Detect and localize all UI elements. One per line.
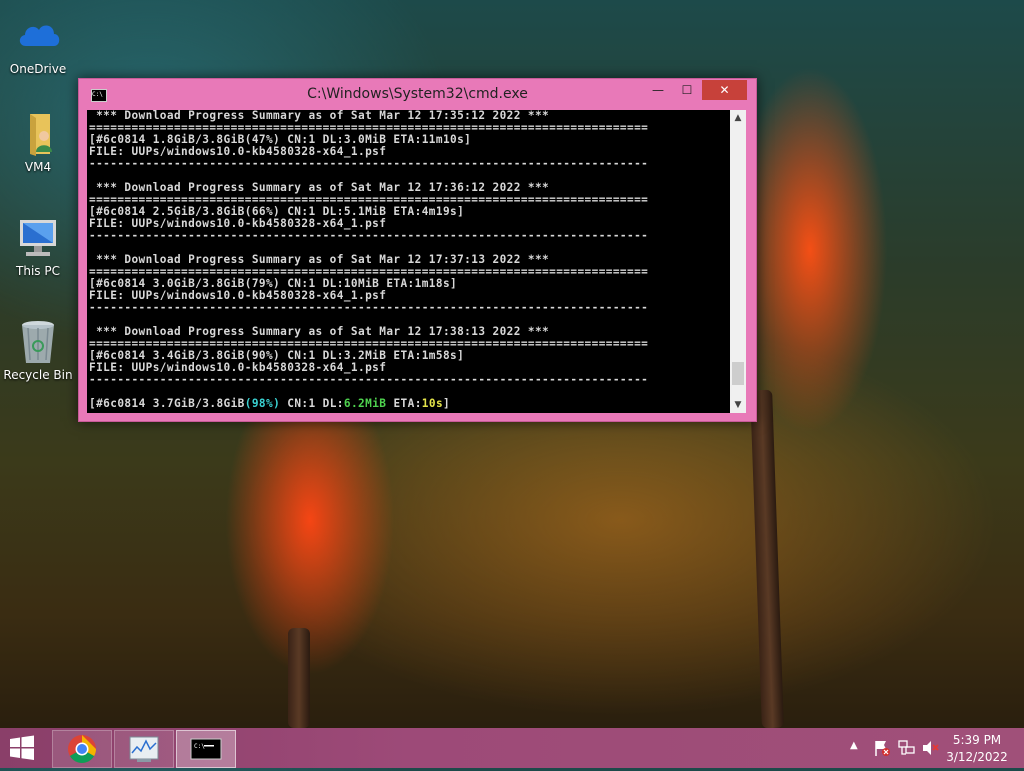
taskbar-chrome[interactable] (52, 730, 112, 768)
desktop-icon-label: VM4 (24, 160, 52, 174)
console-status-line: [#6c0814 3.7GiB/3.8GiB(98%) CN:1 DL:6.2M… (87, 398, 730, 410)
console-line: ----------------------------------------… (89, 301, 649, 314)
performance-monitor-icon (129, 736, 159, 762)
status-percent: (98%) (244, 397, 281, 410)
svg-text:C:\: C:\ (194, 743, 205, 750)
user-folder-icon (14, 110, 62, 158)
minimize-button[interactable]: — (644, 80, 672, 100)
start-button[interactable] (8, 734, 40, 764)
clock-date[interactable]: 3/12/2022 (942, 750, 1012, 764)
desktop-icon-this-pc[interactable]: This PC (0, 214, 76, 278)
status-connections: CN:1 DL: (280, 397, 344, 410)
show-hidden-icons-chevron-icon[interactable]: ▲ (850, 740, 864, 754)
maximize-button[interactable]: ☐ (673, 80, 701, 100)
console-line: ----------------------------------------… (89, 157, 649, 170)
desktop-icon-label: Recycle Bin (3, 368, 73, 382)
network-icon[interactable] (897, 739, 917, 757)
taskbar: C:\ ▲ 5:39 PM 3/12/2022 (0, 728, 1024, 768)
wallpaper-stem-right (750, 389, 784, 729)
console-line: ----------------------------------------… (89, 229, 649, 242)
desktop-icon-recycle-bin[interactable]: Recycle Bin (0, 318, 76, 382)
status-download-id: #6c0814 (96, 397, 146, 410)
cmd-icon: C:\ (190, 738, 222, 760)
clock-time[interactable]: 5:39 PM (942, 733, 1012, 747)
console-text: *** Download Progress Summary as of Sat … (87, 110, 730, 398)
recycle-bin-icon (14, 318, 62, 366)
status-download-speed: 6.2MiB (343, 397, 387, 410)
taskbar-performance-monitor[interactable] (114, 730, 174, 768)
windows-logo-icon (10, 735, 34, 760)
status-eta-label: ETA: (386, 397, 422, 410)
chrome-icon (68, 735, 96, 763)
scroll-down-arrow-icon[interactable]: ▼ (730, 397, 746, 413)
wallpaper-stem-left (288, 628, 310, 728)
desktop-icon-onedrive[interactable]: OneDrive (0, 12, 76, 76)
status-sizes: 3.7GiB/3.8GiB (145, 397, 245, 410)
desktop-icon-label: This PC (16, 264, 60, 278)
action-center-flag-icon[interactable] (872, 739, 892, 757)
scroll-up-arrow-icon[interactable]: ▲ (730, 110, 746, 126)
vertical-scrollbar[interactable]: ▲ ▼ (730, 110, 746, 413)
desktop-icon-vm4[interactable]: VM4 (0, 110, 76, 174)
computer-icon (14, 214, 62, 262)
window-titlebar[interactable]: C:\ C:\Windows\System32\cmd.exe — ☐ ✕ (79, 79, 756, 109)
console-line: ----------------------------------------… (89, 373, 649, 386)
taskbar-cmd[interactable]: C:\ (176, 730, 236, 768)
desktop-icon-label: OneDrive (9, 62, 67, 76)
volume-muted-icon[interactable] (921, 739, 941, 757)
scrollbar-thumb[interactable] (732, 362, 744, 385)
console-output[interactable]: *** Download Progress Summary as of Sat … (87, 110, 730, 413)
cmd-window[interactable]: C:\ C:\Windows\System32\cmd.exe — ☐ ✕ **… (78, 78, 757, 422)
close-button[interactable]: ✕ (702, 80, 747, 100)
cloud-icon (14, 12, 62, 60)
status-eta: 10s (421, 397, 444, 410)
status-close-bracket: ] (443, 397, 451, 410)
